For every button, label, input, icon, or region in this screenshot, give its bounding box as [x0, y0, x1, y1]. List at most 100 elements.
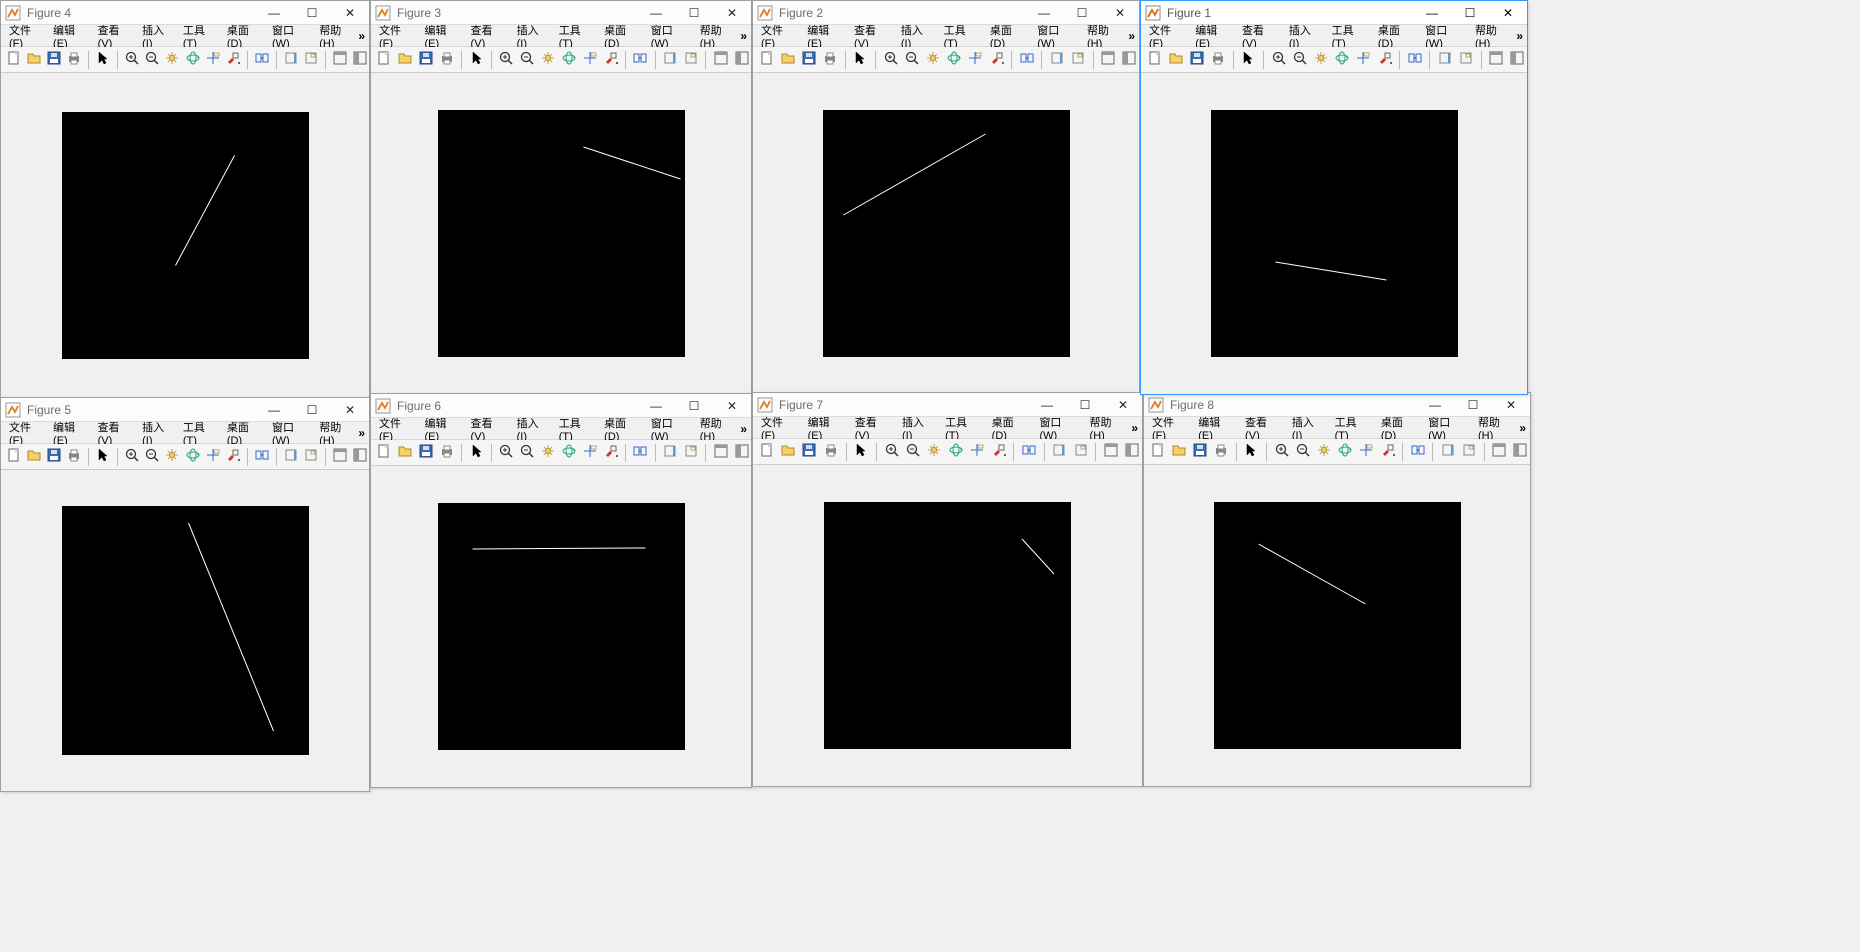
dock-alt-button[interactable]	[351, 447, 369, 467]
new-file-button[interactable]	[5, 50, 23, 70]
menu-overflow-icon[interactable]: »	[740, 422, 747, 436]
data-cursor-button[interactable]	[580, 50, 599, 70]
open-folder-button[interactable]	[1166, 50, 1185, 70]
rotate3d-button[interactable]	[184, 50, 202, 70]
print-button[interactable]	[437, 50, 456, 70]
brush-button[interactable]	[224, 447, 242, 467]
zoom-out-button[interactable]	[518, 50, 537, 70]
arrow-cursor-button[interactable]	[94, 50, 112, 70]
zoom-out-button[interactable]	[143, 447, 161, 467]
close-button[interactable]: ✕	[1492, 393, 1530, 416]
pan-button[interactable]	[539, 443, 558, 463]
insert-colorbar-button[interactable]	[1435, 50, 1454, 70]
dock-button[interactable]	[1490, 442, 1509, 462]
open-folder-button[interactable]	[778, 50, 797, 70]
zoom-out-button[interactable]	[1290, 50, 1309, 70]
pan-button[interactable]	[925, 442, 944, 462]
minimize-button[interactable]: —	[1028, 393, 1066, 416]
minimize-button[interactable]: —	[255, 398, 293, 421]
brush-button[interactable]	[601, 443, 620, 463]
data-cursor-button[interactable]	[204, 50, 222, 70]
minimize-button[interactable]: —	[255, 1, 293, 24]
print-button[interactable]	[65, 447, 83, 467]
insert-legend-button[interactable]	[682, 443, 701, 463]
pan-button[interactable]	[1314, 442, 1333, 462]
dock-button[interactable]	[1101, 442, 1120, 462]
print-button[interactable]	[821, 442, 840, 462]
insert-legend-button[interactable]	[682, 50, 701, 70]
dock-alt-button[interactable]	[1120, 50, 1139, 70]
data-cursor-button[interactable]	[204, 447, 222, 467]
insert-colorbar-button[interactable]	[661, 443, 680, 463]
zoom-out-button[interactable]	[902, 50, 921, 70]
data-cursor-button[interactable]	[1354, 50, 1373, 70]
zoom-in-button[interactable]	[497, 443, 516, 463]
insert-legend-button[interactable]	[1459, 442, 1478, 462]
titlebar[interactable]: Figure 3 — ☐ ✕	[371, 1, 751, 25]
dock-button[interactable]	[711, 443, 730, 463]
dock-alt-button[interactable]	[732, 50, 751, 70]
menu-overflow-icon[interactable]: »	[1519, 421, 1526, 435]
zoom-out-button[interactable]	[903, 442, 922, 462]
zoom-in-button[interactable]	[1269, 50, 1288, 70]
rotate3d-button[interactable]	[184, 447, 202, 467]
new-file-button[interactable]	[375, 50, 394, 70]
open-folder-button[interactable]	[778, 442, 797, 462]
data-cursor-button[interactable]	[967, 442, 986, 462]
zoom-in-button[interactable]	[497, 50, 516, 70]
pan-button[interactable]	[923, 50, 942, 70]
save-button[interactable]	[417, 443, 436, 463]
titlebar[interactable]: Figure 2 — ☐ ✕	[753, 1, 1139, 25]
dock-button[interactable]	[331, 50, 349, 70]
new-file-button[interactable]	[1145, 50, 1164, 70]
maximize-button[interactable]: ☐	[1066, 393, 1104, 416]
dock-alt-button[interactable]	[351, 50, 369, 70]
pan-button[interactable]	[163, 50, 181, 70]
titlebar[interactable]: Figure 6 — ☐ ✕	[371, 394, 751, 418]
dock-button[interactable]	[711, 50, 730, 70]
dock-button[interactable]	[331, 447, 349, 467]
minimize-button[interactable]: —	[1416, 393, 1454, 416]
new-file-button[interactable]	[1148, 442, 1167, 462]
dock-button[interactable]	[1487, 50, 1506, 70]
axes[interactable]	[438, 110, 685, 357]
menu-overflow-icon[interactable]: »	[358, 29, 365, 43]
close-button[interactable]: ✕	[331, 398, 369, 421]
menu-overflow-icon[interactable]: »	[1131, 421, 1138, 435]
save-button[interactable]	[1187, 50, 1206, 70]
insert-colorbar-button[interactable]	[1050, 442, 1069, 462]
open-folder-button[interactable]	[25, 50, 43, 70]
menu-overflow-icon[interactable]: »	[358, 426, 365, 440]
link-axes-button[interactable]	[1408, 442, 1427, 462]
print-button[interactable]	[821, 50, 840, 70]
minimize-button[interactable]: —	[1025, 1, 1063, 24]
dock-alt-button[interactable]	[1511, 442, 1530, 462]
titlebar[interactable]: Figure 4 — ☐ ✕	[1, 1, 369, 25]
minimize-button[interactable]: —	[637, 394, 675, 417]
axes[interactable]	[823, 110, 1070, 357]
link-axes-button[interactable]	[631, 443, 650, 463]
save-button[interactable]	[1190, 442, 1209, 462]
print-button[interactable]	[1209, 50, 1228, 70]
insert-colorbar-button[interactable]	[1047, 50, 1066, 70]
dock-alt-button[interactable]	[732, 443, 751, 463]
open-folder-button[interactable]	[1169, 442, 1188, 462]
brush-button[interactable]	[987, 50, 1006, 70]
open-folder-button[interactable]	[396, 443, 415, 463]
menu-overflow-icon[interactable]: »	[1128, 29, 1135, 43]
pan-button[interactable]	[1311, 50, 1330, 70]
link-axes-button[interactable]	[1017, 50, 1036, 70]
arrow-cursor-button[interactable]	[467, 50, 486, 70]
brush-button[interactable]	[1378, 442, 1397, 462]
insert-legend-button[interactable]	[1456, 50, 1475, 70]
axes[interactable]	[438, 503, 685, 750]
data-cursor-button[interactable]	[580, 443, 599, 463]
rotate3d-button[interactable]	[1333, 50, 1352, 70]
pan-button[interactable]	[163, 447, 181, 467]
save-button[interactable]	[45, 50, 63, 70]
new-file-button[interactable]	[375, 443, 394, 463]
zoom-out-button[interactable]	[518, 443, 537, 463]
rotate3d-button[interactable]	[560, 443, 579, 463]
link-axes-button[interactable]	[1405, 50, 1424, 70]
axes[interactable]	[824, 502, 1071, 749]
